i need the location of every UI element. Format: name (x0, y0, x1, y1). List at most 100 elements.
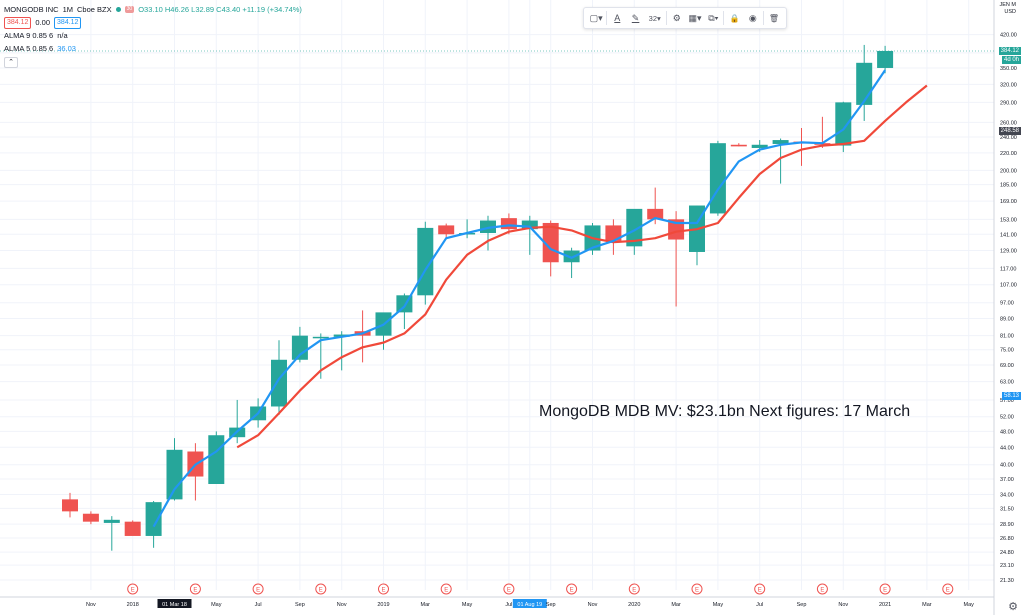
time-tick-label: 01 Mar 18 (162, 602, 187, 608)
indicator-label: ALMA 5 0.85 6 (4, 44, 54, 53)
settings-gear-icon[interactable]: ⚙ (669, 13, 685, 24)
toolbar-divider (665, 11, 667, 25)
price-tick-label: 260.00 (1000, 120, 1017, 126)
price-tick-label: 21.30 (1000, 578, 1014, 584)
candle-body (124, 521, 141, 536)
candle-body (438, 225, 455, 235)
sell-button[interactable]: 384.12 (4, 16, 32, 29)
candle-body (877, 50, 894, 68)
price-tick-label: 129.00 (1000, 249, 1017, 255)
earnings-marker-label: E (946, 588, 950, 594)
earnings-marker-label: E (319, 588, 323, 594)
chart-settings-gear-icon[interactable]: ⚙ (1008, 600, 1018, 613)
indicator-label: ALMA 9 0.85 6 (4, 31, 54, 40)
price-tick-label: 220.00 (1000, 151, 1017, 157)
axis-unit-label: JEN M USD (1000, 2, 1017, 16)
price-tick-label: 240.00 (1000, 135, 1017, 141)
price-tick-label: 63.00 (1000, 380, 1014, 386)
visibility-eye-icon[interactable]: ◉ (745, 13, 761, 24)
indicator-row-alma5[interactable]: ALMA 5 0.85 6 36.03 (4, 42, 302, 55)
price-tick-label: 97.00 (1000, 301, 1014, 307)
time-tick-label: May (713, 602, 724, 608)
time-tick-label: Nov (86, 602, 96, 608)
time-tick-label: Sep (797, 602, 807, 608)
font-size-select[interactable]: 32▾ (646, 14, 664, 23)
symbol-header-row[interactable]: MONGODB INC 1M Cboe BZX 30 O33.10 H46.26… (4, 3, 302, 16)
price-tick-label: 28.90 (1000, 522, 1014, 528)
template-icon[interactable]: ▦▾ (687, 13, 703, 24)
price-tick-label: 40.00 (1000, 463, 1014, 469)
toolbar-divider (723, 11, 725, 25)
candle-body (856, 62, 873, 105)
lock-icon[interactable]: 🔒 (726, 14, 742, 23)
price-tick-label: 48.00 (1000, 429, 1014, 435)
candle-body (103, 519, 120, 523)
earnings-marker-label: E (256, 588, 260, 594)
price-tick-label: 200.00 (1000, 168, 1017, 174)
earnings-marker-label: E (632, 588, 636, 594)
price-tick-label: 89.00 (1000, 316, 1014, 322)
candle-body (208, 435, 225, 485)
clone-icon[interactable]: ⧉▾ (705, 13, 721, 24)
time-tick-label: 2018 (127, 602, 139, 608)
time-tick-label: Nov (838, 602, 848, 608)
time-tick-label: Mar (421, 602, 431, 608)
price-tick-label: 290.00 (1000, 100, 1017, 106)
time-tick-label: Nov (588, 602, 598, 608)
rectangle-icon[interactable]: ▢▾ (588, 13, 604, 24)
price-tick-label: 52.00 (1000, 415, 1014, 421)
earnings-markers: EEEEEEEEEEEEEE (127, 583, 954, 595)
indicator-row-alma9[interactable]: ALMA 9 0.85 6 n/a (4, 29, 302, 42)
candle-body (62, 499, 78, 512)
price-tick-label: 23.10 (1000, 563, 1014, 569)
price-tick-label: 26.80 (1000, 536, 1014, 542)
time-axis: Nov 2018 01 Mar 18 May Jul Sep Nov 2019 Mar May Ju… (86, 599, 974, 608)
text-annotation[interactable]: MongoDB MDB MV: $23.1bn Next figures: 17… (539, 403, 910, 421)
trash-icon[interactable]: 🗑 (766, 14, 782, 23)
earnings-marker-label: E (444, 588, 448, 594)
price-tick-label: 141.00 (1000, 232, 1017, 238)
drawing-toolbar: ▢▾ A ✎ 32▾ ⚙ ▦▾ ⧉▾ 🔒 ◉ 🗑 (583, 7, 787, 29)
buy-button[interactable]: 384.12 (54, 16, 82, 29)
time-tick-label: May (964, 602, 975, 608)
time-tick-label: 01 Aug 19 (517, 602, 542, 608)
collapse-legend-button[interactable]: ⌃ (4, 57, 18, 68)
axis-unit-top: JEN M (999, 2, 1017, 8)
price-tick-label: 44.00 (1000, 445, 1014, 451)
price-tick-label: 169.00 (1000, 199, 1017, 205)
price-chart[interactable]: 21.30 23.10 24.80 26.80 28.90 31.50 34.00 37.00… (0, 0, 1024, 615)
candle-body (730, 144, 747, 147)
time-tick-label: Mar (922, 602, 932, 608)
earnings-marker-label: E (695, 588, 699, 594)
candle-body (166, 449, 183, 500)
spread-value: 0.00 (35, 18, 51, 27)
price-tick-label: 185.00 (1000, 183, 1017, 189)
earnings-marker-label: E (820, 588, 824, 594)
price-tick-label: 31.50 (1000, 506, 1014, 512)
alma-lines (152, 69, 928, 528)
text-color-icon[interactable]: A (609, 13, 625, 23)
symbol-name[interactable]: MONGODB INC (4, 3, 59, 16)
time-tick-label: Mar (671, 602, 681, 608)
toolbar-divider (762, 11, 764, 25)
earnings-marker-label: E (507, 588, 511, 594)
time-tick-label: 2020 (628, 602, 640, 608)
pen-color-icon[interactable]: ✎ (627, 13, 643, 24)
indicator-value: 36.03 (57, 44, 76, 53)
time-tick-label: Sep (295, 602, 305, 608)
time-tick-label: May (211, 602, 222, 608)
bar-countdown-label: 4d 0h (1001, 55, 1021, 64)
time-tick-label: 2019 (377, 602, 389, 608)
candle-body (312, 336, 329, 339)
candle-body (145, 502, 162, 536)
price-tick-label: 350.00 (1000, 66, 1017, 72)
earnings-marker-label: E (758, 588, 762, 594)
earnings-marker-label: E (381, 588, 385, 594)
interval-label[interactable]: 1M (63, 3, 73, 16)
market-status-dot-icon (115, 7, 121, 12)
candle-bodies (62, 50, 894, 536)
earnings-marker-label: E (570, 588, 574, 594)
time-tick-label: 2021 (879, 602, 891, 608)
ohlc-values: O33.10 H46.26 L32.89 C43.40 +11.19 (+34.… (138, 5, 302, 14)
price-tick-label: 153.00 (1000, 217, 1017, 223)
